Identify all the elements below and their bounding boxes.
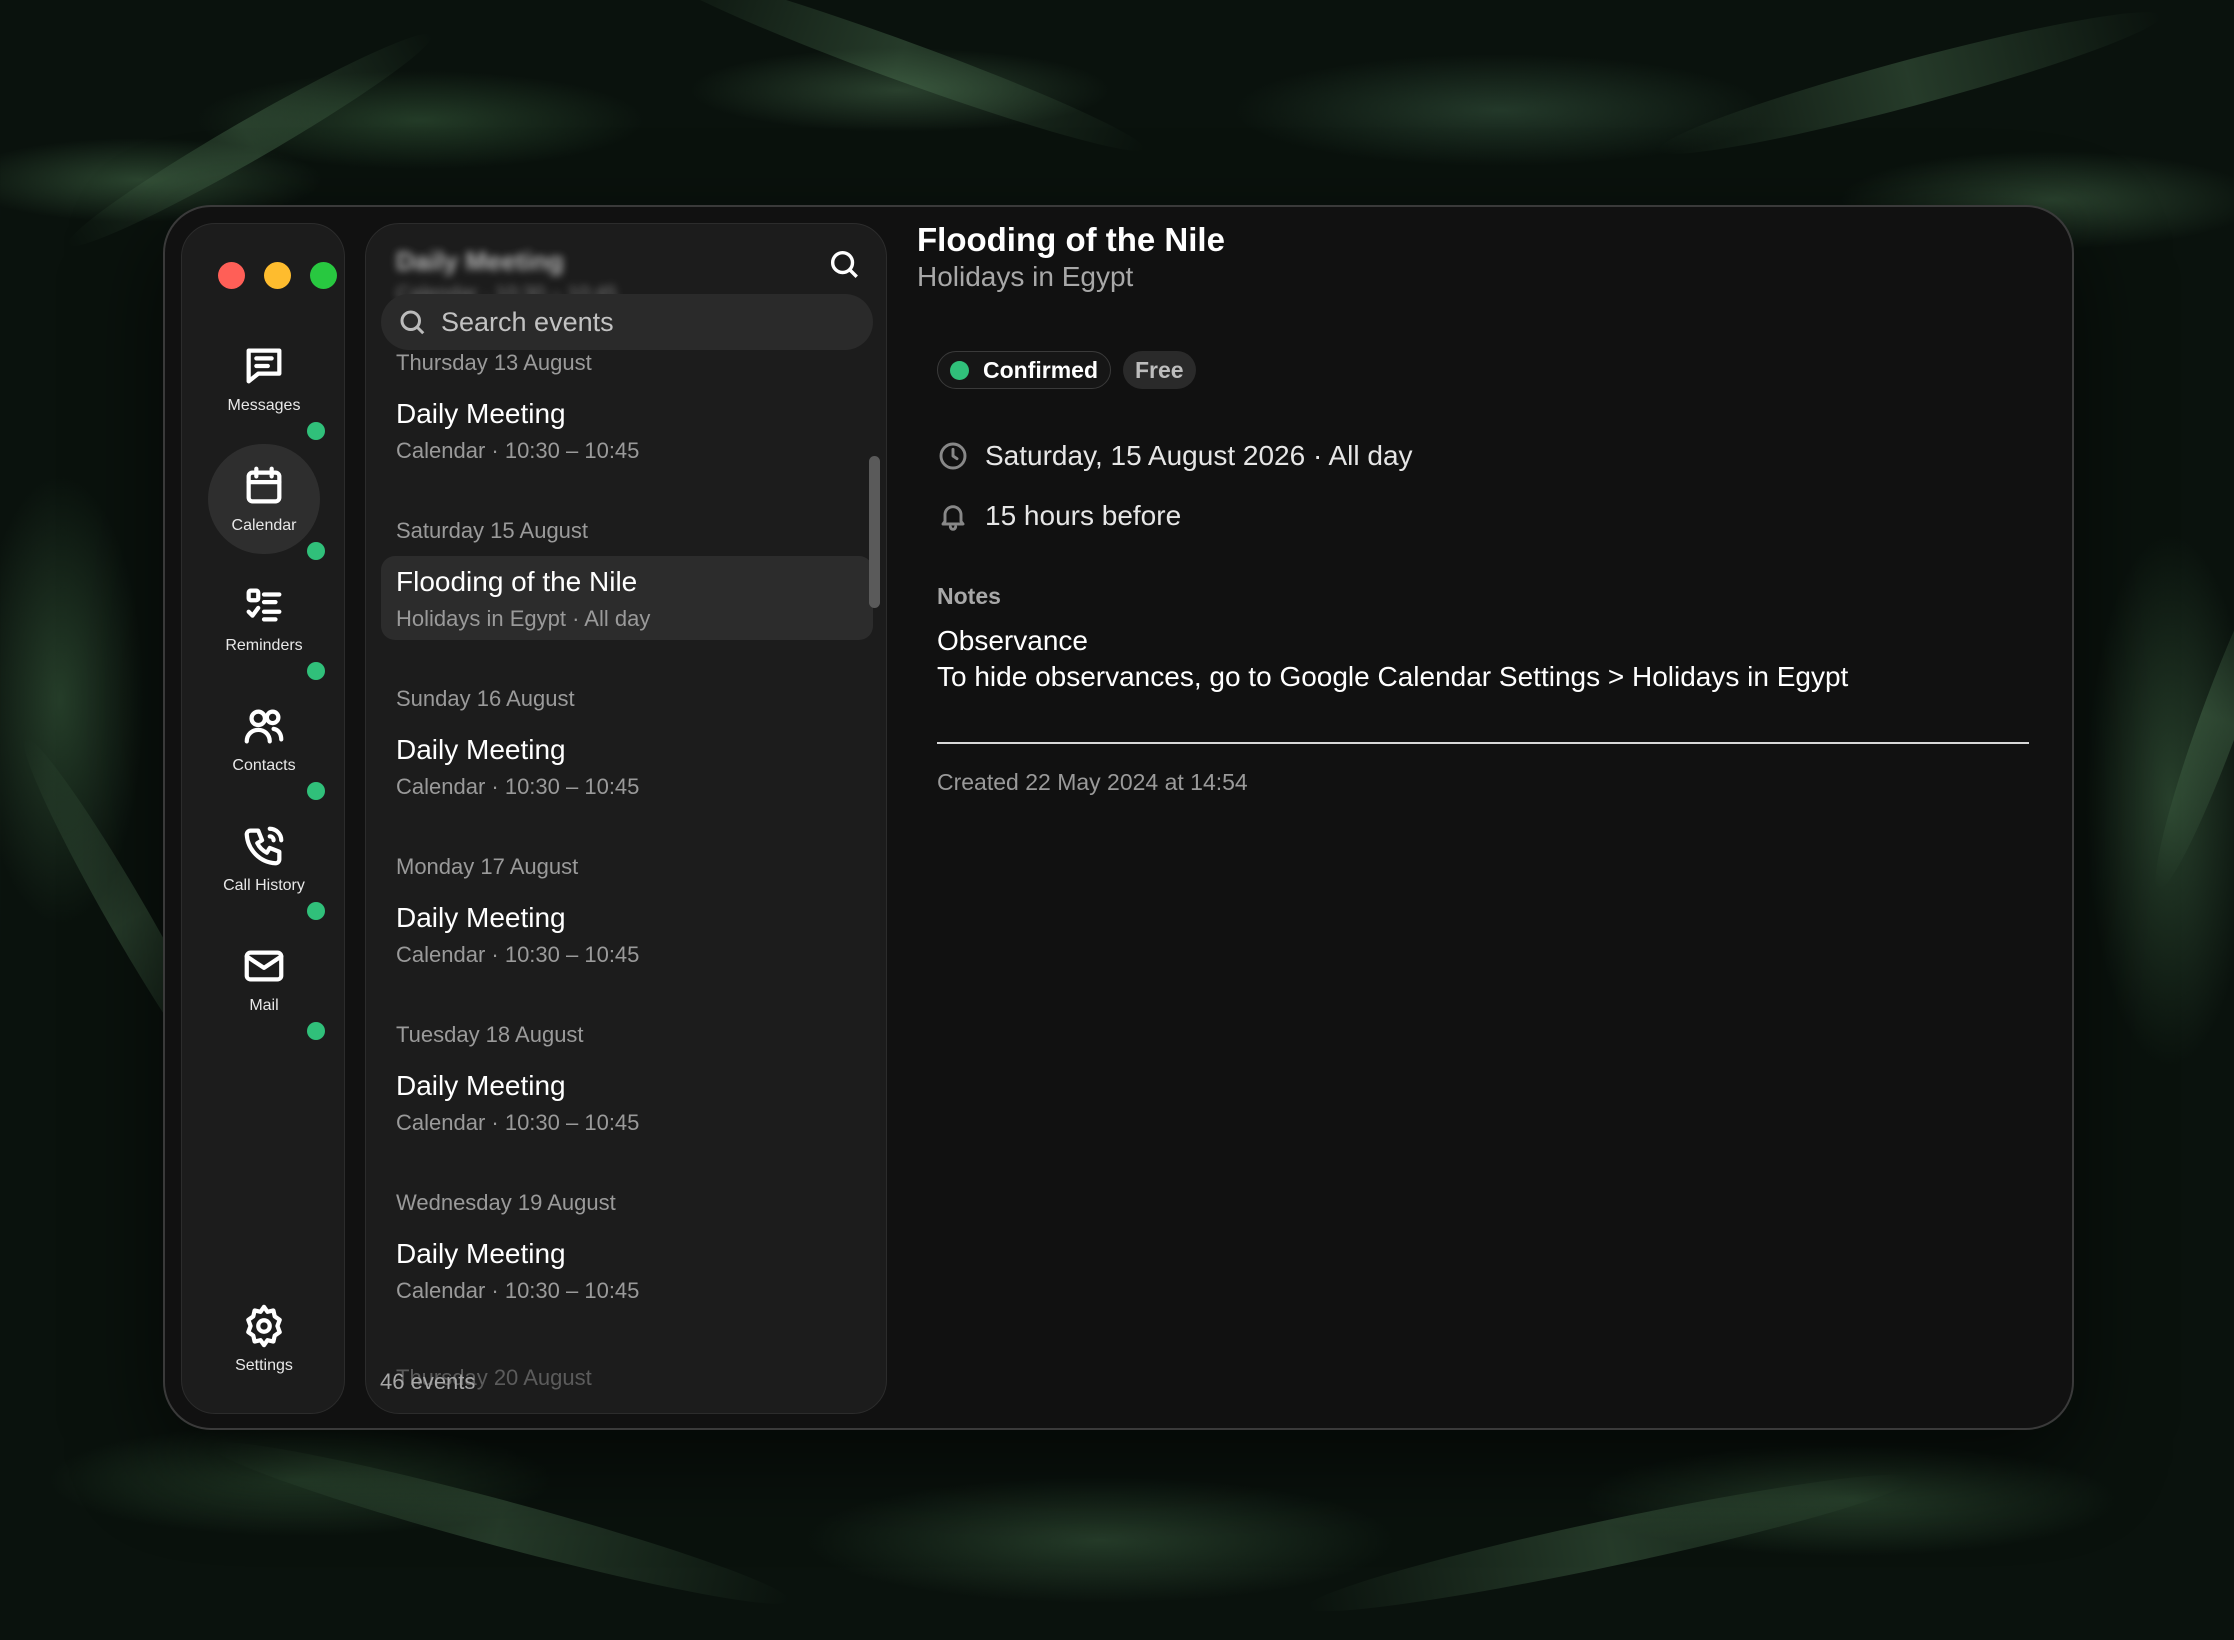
confirmed-badge[interactable]: Confirmed [937, 351, 1111, 389]
search-field[interactable] [381, 294, 873, 350]
search-button[interactable] [822, 242, 866, 286]
detail-title: Flooding of the Nile [917, 221, 1225, 258]
sidebar-item-label: Messages [227, 397, 301, 414]
divider [937, 742, 2029, 744]
confirmed-label: Confirmed [983, 356, 1098, 383]
event-subtitle: Calendar · 10:30 – 10:45 [396, 1278, 640, 1303]
list-scrollbar[interactable] [869, 456, 880, 608]
status-chips: Confirmed Free [937, 351, 1196, 389]
mail-status-dot [307, 1022, 325, 1040]
calendar-status-dot [307, 542, 325, 560]
sidebar-item-label: Contacts [232, 757, 296, 774]
message-icon [246, 348, 282, 384]
app-sidebar: Messages Calendar Reminders Contacts Cal… [181, 223, 345, 1414]
day-header: Wednesday 19 August [396, 1190, 616, 1215]
event-title: Daily Meeting [396, 902, 566, 933]
event-alert: 15 hours before [985, 500, 1182, 531]
search-icon [400, 310, 425, 335]
event-title: Daily Meeting [396, 734, 566, 765]
clock-icon [939, 442, 967, 470]
event-subtitle: Calendar · 10:30 – 10:45 [396, 1110, 640, 1135]
calendar-window: Messages Calendar Reminders Contacts Cal… [163, 205, 2074, 1430]
calendar-icon [246, 466, 282, 504]
event-date-row: Saturday, 15 August 2026 · All day [937, 440, 1413, 472]
notes-line: To hide observances, go to Google Calend… [937, 661, 1849, 692]
day-header: Sunday 16 August [396, 686, 575, 711]
messages-status-dot [307, 422, 325, 440]
day-header: Monday 17 August [396, 854, 579, 879]
close-window-button[interactable] [218, 262, 245, 289]
mail-icon [244, 950, 284, 982]
sidebar-item-label: Mail [249, 997, 279, 1014]
sidebar-item-label: Calendar [231, 517, 297, 534]
event-item[interactable]: Daily Meeting Calendar · 10:30 – 10:45 [381, 388, 873, 472]
event-count: 46 events [380, 1369, 476, 1394]
day-header: Thursday 13 August [396, 350, 592, 375]
bell-icon [941, 505, 965, 531]
free-label: Free [1135, 356, 1184, 383]
event-title: Flooding of the Nile [396, 566, 638, 597]
created-timestamp: Created 22 May 2024 at 14:54 [937, 769, 1248, 795]
blurred-header-title: Daily Meeting [396, 246, 564, 276]
event-title: Daily Meeting [396, 398, 566, 429]
contacts-status-dot [307, 782, 325, 800]
window-controls [218, 262, 337, 289]
reminders-icon [246, 588, 282, 622]
event-subtitle: Calendar · 10:30 – 10:45 [396, 774, 640, 799]
event-subtitle: Holidays in Egypt · All day [396, 606, 651, 631]
contacts-icon [244, 709, 284, 744]
reminders-status-dot [307, 662, 325, 680]
sidebar-item-contacts[interactable]: Contacts [208, 684, 320, 794]
event-item[interactable]: Daily Meeting Calendar · 10:30 – 10:45 [381, 1060, 873, 1144]
sidebar-item-settings[interactable]: Settings [208, 1284, 320, 1394]
sidebar-item-label: Settings [235, 1357, 293, 1374]
event-title: Daily Meeting [396, 1070, 566, 1101]
call-history-status-dot [307, 902, 325, 920]
event-item[interactable]: Daily Meeting Calendar · 10:30 – 10:45 [381, 1228, 873, 1312]
event-list: Thursday 13 August Daily Meeting Calenda… [366, 350, 886, 1350]
search-input[interactable] [441, 306, 841, 338]
event-alert-row: 15 hours before [937, 500, 1181, 532]
notes-heading: Notes [937, 583, 1001, 609]
status-dot-icon [950, 360, 969, 380]
event-item-selected[interactable]: Flooding of the Nile Holidays in Egypt ·… [381, 556, 873, 640]
notes-line: Observance [937, 625, 1088, 656]
sidebar-item-reminders[interactable]: Reminders [208, 564, 320, 674]
search-icon [830, 250, 858, 278]
event-item[interactable]: Daily Meeting Calendar · 10:30 – 10:45 [381, 724, 873, 808]
sidebar-item-call-history[interactable]: Call History [208, 804, 320, 914]
event-subtitle: Calendar · 10:30 – 10:45 [396, 942, 640, 967]
event-item[interactable]: Daily Meeting Calendar · 10:30 – 10:45 [381, 892, 873, 976]
sidebar-item-messages[interactable]: Messages [208, 324, 320, 434]
sidebar-item-calendar[interactable]: Calendar [208, 444, 320, 554]
sidebar-item-label: Reminders [225, 637, 303, 654]
free-badge[interactable]: Free [1123, 351, 1196, 389]
event-subtitle: Calendar · 10:30 – 10:45 [396, 438, 640, 463]
phone-icon [244, 826, 284, 866]
minimize-window-button[interactable] [264, 262, 291, 289]
gear-icon [246, 1304, 282, 1348]
event-date: Saturday, 15 August 2026 · All day [985, 440, 1413, 471]
event-list-panel: Daily Meeting Calendar · 10:30 – 10:45 T… [365, 223, 887, 1414]
detail-calendar: Holidays in Egypt [917, 261, 1134, 292]
zoom-window-button[interactable] [310, 262, 337, 289]
event-title: Daily Meeting [396, 1238, 566, 1269]
event-detail-pane: Flooding of the Nile Holidays in Egypt C… [917, 207, 2072, 1428]
day-header: Tuesday 18 August [396, 1022, 584, 1047]
sidebar-item-label: Call History [223, 877, 305, 894]
day-header: Saturday 15 August [396, 518, 589, 543]
sidebar-item-mail[interactable]: Mail [208, 924, 320, 1034]
